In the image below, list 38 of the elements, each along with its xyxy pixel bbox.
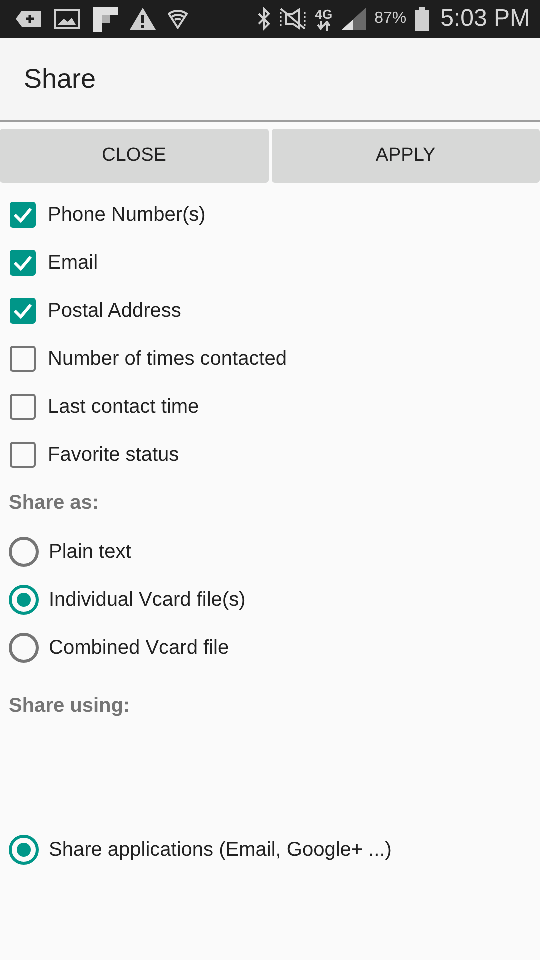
vibrate-mute-icon bbox=[279, 8, 308, 30]
checkbox[interactable] bbox=[10, 346, 36, 372]
checkbox[interactable] bbox=[10, 250, 36, 276]
radio-label: Plain text bbox=[49, 540, 132, 564]
image-icon bbox=[54, 8, 80, 30]
battery-icon bbox=[414, 7, 429, 31]
network-type-label: 4G bbox=[315, 8, 333, 20]
checkbox[interactable] bbox=[10, 394, 36, 420]
dialog-title: Share bbox=[24, 64, 96, 94]
radio-button[interactable] bbox=[9, 537, 39, 567]
shield-wifi-icon bbox=[168, 9, 188, 29]
checkbox[interactable] bbox=[10, 298, 36, 324]
checkbox-label: Number of times contacted bbox=[48, 348, 287, 370]
battery-percent: 87% bbox=[374, 10, 407, 28]
checkbox-label: Phone Number(s) bbox=[48, 204, 206, 226]
stacked-squares-icon bbox=[92, 6, 118, 32]
radio-label: Individual Vcard file(s) bbox=[49, 588, 246, 612]
section-heading: Share using: bbox=[8, 694, 132, 719]
radio-button[interactable] bbox=[9, 633, 39, 663]
warning-icon bbox=[130, 7, 156, 31]
radio-label: Share applications (Email, Google+ ...) bbox=[49, 838, 392, 862]
checkbox-label: Postal Address bbox=[48, 300, 182, 322]
radio-button[interactable] bbox=[9, 585, 39, 615]
checkbox-label: Email bbox=[48, 252, 98, 274]
close-button[interactable]: CLOSE bbox=[0, 129, 268, 183]
apply-button[interactable]: APPLY bbox=[272, 129, 540, 183]
data-arrows-icon bbox=[316, 20, 332, 30]
checkbox[interactable] bbox=[10, 202, 36, 228]
radio-button[interactable] bbox=[9, 835, 39, 865]
checkbox[interactable] bbox=[10, 442, 36, 468]
section-heading: Share as: bbox=[8, 491, 100, 516]
signal-icon bbox=[340, 7, 367, 31]
radio-label: Combined Vcard file bbox=[49, 636, 230, 660]
bluetooth-icon bbox=[257, 7, 272, 31]
checkbox-label: Last contact time bbox=[48, 396, 200, 418]
tag-plus-icon bbox=[16, 10, 42, 28]
checkbox-label: Favorite status bbox=[48, 444, 180, 466]
clock: 5:03 PM bbox=[440, 5, 530, 33]
